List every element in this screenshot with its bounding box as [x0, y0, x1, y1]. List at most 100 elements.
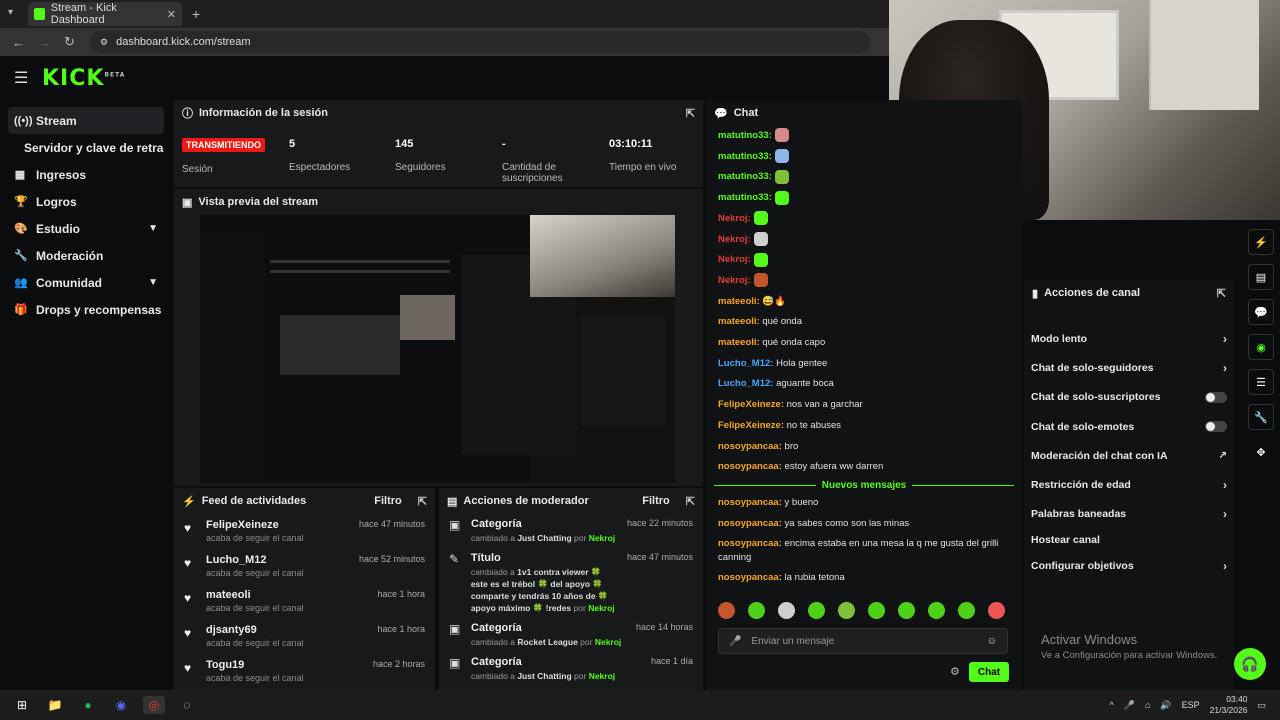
expand-icon[interactable]: ⇱: [418, 495, 427, 508]
mic-icon[interactable]: 🎤: [1124, 700, 1135, 711]
new-tab-button[interactable]: +: [192, 6, 200, 22]
chat-username[interactable]: Nekroj:: [718, 213, 751, 224]
chat-username[interactable]: Nekroj:: [718, 234, 751, 245]
chat-input[interactable]: 🎤 Enviar un mensaje ☺: [718, 628, 1008, 654]
uptime-stat: 03:10:11 Tiempo en vivo: [609, 138, 677, 173]
chat-username[interactable]: Lucho_M12:: [718, 358, 773, 369]
emote-icon[interactable]: [958, 602, 975, 619]
broadcast-icon[interactable]: ◉: [1248, 334, 1274, 360]
sidebar-item-estudio[interactable]: 🎨 Estudio ▼: [8, 215, 164, 242]
action-banned-words[interactable]: Palabras baneadas ›: [1024, 500, 1234, 529]
chat-username[interactable]: nosoypancaa:: [718, 497, 782, 508]
sidebar-item-drops[interactable]: 🎁 Drops y recompensas: [8, 296, 164, 323]
chat-username[interactable]: nosoypancaa:: [718, 518, 782, 529]
feed-filter-button[interactable]: Filtro: [374, 495, 402, 507]
url-field[interactable]: ⚙ dashboard.kick.com/stream: [90, 31, 870, 53]
chat-username[interactable]: FelipeXeineze:: [718, 399, 784, 410]
bolt-icon[interactable]: ⚡: [1248, 229, 1274, 255]
obs-icon[interactable]: ◌: [176, 696, 198, 714]
action-host-channel[interactable]: Hostear canal: [1024, 529, 1234, 551]
action-slow-mode[interactable]: Modo lento ›: [1024, 324, 1234, 353]
chat-username[interactable]: matutino33:: [718, 151, 772, 162]
document-icon[interactable]: ▤: [1248, 264, 1274, 290]
sidebar-item-moderacion[interactable]: 🔧 Moderación: [8, 242, 164, 269]
emote-icon[interactable]: [718, 602, 735, 619]
chat-username[interactable]: mateeoli:: [718, 337, 760, 348]
channel-actions-panel: ▮ Acciones de canal ⇱ Modo lento › Chat d…: [1024, 280, 1234, 690]
reload-icon[interactable]: ↻: [64, 34, 78, 50]
clock[interactable]: 03:40 21/3/2026: [1210, 694, 1248, 716]
wrench-icon[interactable]: 🔧: [1248, 404, 1274, 430]
menu-icon[interactable]: ☰: [14, 68, 28, 88]
sidebar-item-server-key[interactable]: Servidor y clave de retransmisión: [8, 134, 164, 161]
expand-icon[interactable]: ⇱: [686, 107, 695, 120]
emote-icon[interactable]: [808, 602, 825, 619]
action-age-restriction[interactable]: Restricción de edad ›: [1024, 470, 1234, 499]
emote-icon[interactable]: [988, 602, 1005, 619]
language-indicator[interactable]: ESP: [1182, 700, 1200, 710]
chat-username[interactable]: nosoypancaa:: [718, 538, 782, 549]
actions-title: Acciones de canal: [1044, 287, 1141, 299]
list-item: ♥ mateeoli acaba de seguir el canal hace …: [184, 589, 425, 613]
emoji-icon[interactable]: ☺: [987, 636, 997, 647]
emote-icon[interactable]: [778, 602, 795, 619]
chat-username[interactable]: matutino33:: [718, 130, 772, 141]
windows-start-icon[interactable]: ⊞: [11, 696, 33, 714]
expand-icon[interactable]: ⇱: [1217, 287, 1226, 300]
browser-tab[interactable]: Stream - Kick Dashboard ✕: [28, 2, 182, 26]
chat-username[interactable]: Nekroj:: [718, 254, 751, 265]
kick-logo[interactable]: KICKBETA: [42, 66, 125, 91]
file-explorer-icon[interactable]: 📁: [44, 696, 66, 714]
action-followers-only[interactable]: Chat de solo-seguidores ›: [1024, 353, 1234, 382]
stream-preview-video[interactable]: [200, 215, 675, 483]
chat-username[interactable]: nosoypancaa:: [718, 441, 782, 452]
chevron-up-icon[interactable]: ^: [1110, 700, 1114, 710]
puzzle-icon[interactable]: ✥: [1248, 439, 1274, 465]
emote-icon[interactable]: [838, 602, 855, 619]
expand-icon[interactable]: ⇱: [686, 495, 695, 508]
chat-username[interactable]: Nekroj:: [718, 275, 751, 286]
site-info-icon[interactable]: ⚙: [100, 37, 108, 48]
chat-message: FelipeXeineze: nos van a garchar: [706, 395, 1022, 416]
forward-icon[interactable]: →: [38, 35, 52, 50]
tab-search-icon[interactable]: ▾: [8, 7, 22, 21]
chat-username[interactable]: matutino33:: [718, 192, 772, 203]
mod-filter-button[interactable]: Filtro: [642, 495, 670, 507]
emote-icon[interactable]: [928, 602, 945, 619]
chat-username[interactable]: mateeoli:: [718, 316, 760, 327]
chat-message: matutino33:: [706, 167, 1022, 188]
volume-icon[interactable]: 🔊: [1160, 700, 1171, 711]
chat-username[interactable]: nosoypancaa:: [718, 461, 782, 472]
chat-username[interactable]: mateeoli:: [718, 296, 760, 307]
chat-bubble-icon[interactable]: 💬: [1248, 299, 1274, 325]
action-configure-goals[interactable]: Configurar objetivos ›: [1024, 551, 1234, 580]
sidebar-item-logros[interactable]: 🏆 Logros: [8, 188, 164, 215]
chat-username[interactable]: matutino33:: [718, 171, 772, 182]
chrome-icon[interactable]: ◎: [143, 696, 165, 714]
chat-username[interactable]: nosoypancaa:: [718, 572, 782, 583]
emote-icon[interactable]: [748, 602, 765, 619]
send-chat-button[interactable]: Chat: [969, 662, 1009, 682]
sidebar-item-stream[interactable]: ((•)) Stream: [8, 107, 164, 134]
chat-username[interactable]: FelipeXeineze:: [718, 420, 784, 431]
gear-icon[interactable]: ⚙: [950, 665, 960, 678]
tab-close-icon[interactable]: ✕: [167, 8, 176, 21]
subs-only-toggle[interactable]: [1205, 391, 1227, 403]
notification-icon[interactable]: ▭: [1257, 700, 1266, 711]
support-headset-button[interactable]: 🎧: [1234, 648, 1266, 680]
discord-icon[interactable]: ◉: [110, 696, 132, 714]
emotes-only-toggle[interactable]: [1205, 421, 1227, 433]
emote-icon[interactable]: [898, 602, 915, 619]
sidebar-item-comunidad[interactable]: 👥 Comunidad ▼: [8, 269, 164, 296]
action-subs-only[interactable]: Chat de solo-suscriptores: [1024, 383, 1234, 412]
back-icon[interactable]: ←: [12, 35, 26, 50]
spotify-icon[interactable]: ●: [77, 696, 99, 714]
mic-icon[interactable]: 🎤: [729, 636, 741, 647]
chat-username[interactable]: Lucho_M12:: [718, 378, 773, 389]
action-ai-moderation[interactable]: Moderación del chat con IA ↗: [1024, 441, 1234, 470]
network-icon[interactable]: ⌂: [1145, 700, 1150, 710]
list-icon[interactable]: ☰: [1248, 369, 1274, 395]
emote-icon[interactable]: [868, 602, 885, 619]
action-emotes-only[interactable]: Chat de solo-emotes: [1024, 412, 1234, 441]
sidebar-item-ingresos[interactable]: ▦ Ingresos: [8, 161, 164, 188]
